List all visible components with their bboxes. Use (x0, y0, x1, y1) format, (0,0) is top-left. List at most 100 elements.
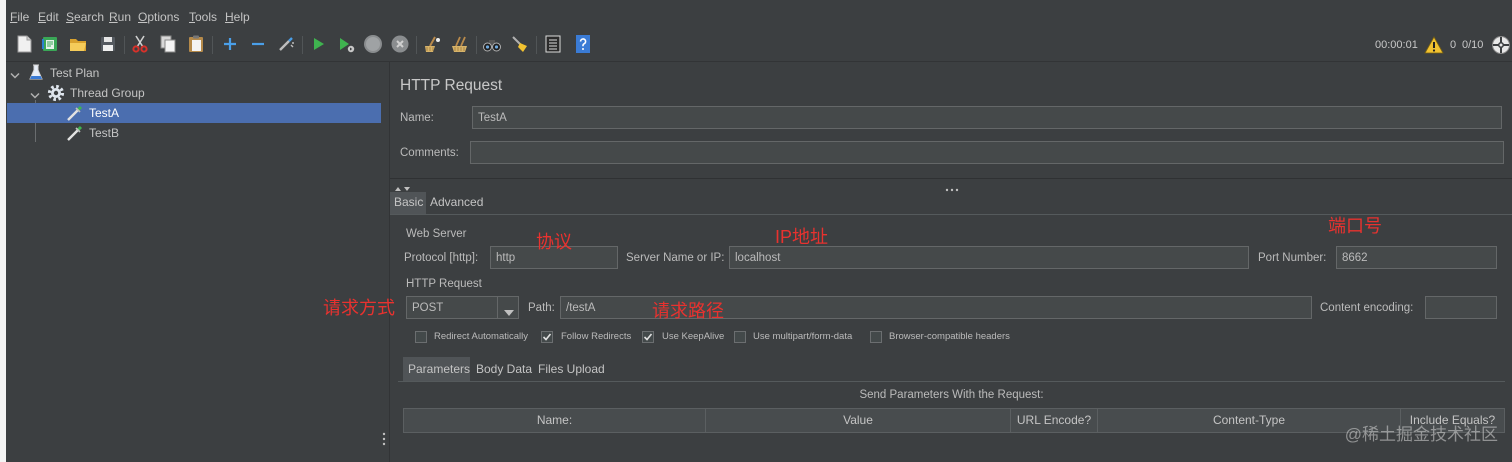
use-keepalive-checkbox[interactable] (642, 331, 654, 343)
checkbox-label: Use multipart/form-data (753, 331, 853, 342)
tree-item-test-plan[interactable]: Test Plan (6, 63, 380, 83)
menu-tools[interactable]: Tools (189, 8, 217, 26)
name-label: Name: (400, 112, 434, 124)
start-no-pauses-icon[interactable] (336, 34, 356, 54)
sampler-icon (66, 104, 84, 125)
use-multipart-checkbox[interactable] (734, 331, 746, 343)
splitter-grip-icon[interactable] (945, 181, 959, 195)
method-value: POST (412, 302, 444, 314)
splitter-grip-icon[interactable] (382, 432, 386, 449)
test-plan-icon (28, 64, 44, 85)
tree-item-label: Test Plan (50, 66, 100, 80)
clear-all-icon[interactable] (450, 34, 470, 54)
function-helper-icon[interactable] (543, 34, 563, 54)
help-icon[interactable] (573, 34, 593, 54)
paste-icon[interactable] (186, 34, 206, 54)
menu-bar: File Edit Search Run Options Tools Help (6, 0, 1512, 28)
redirect-automatically-checkbox[interactable] (415, 331, 427, 343)
check-icon (542, 333, 552, 341)
menu-search[interactable]: Search (66, 8, 104, 26)
copy-icon[interactable] (158, 34, 178, 54)
checkbox-label: Use KeepAlive (662, 331, 725, 342)
column-header-name[interactable]: Name: (404, 409, 706, 432)
comments-label: Comments: (400, 147, 459, 159)
annotation-ip: IP地址 (775, 227, 829, 247)
parameters-caption: Send Parameters With the Request: (859, 389, 1044, 401)
sampler-icon (66, 124, 84, 145)
tree-item-thread-group[interactable]: Thread Group (6, 83, 380, 103)
path-label: Path: (528, 302, 555, 314)
port-field[interactable] (1336, 246, 1497, 269)
tree-item-label: TestA (89, 106, 120, 120)
tab-basic[interactable]: Basic (390, 192, 426, 214)
reset-search-icon[interactable] (510, 34, 530, 54)
cut-icon[interactable] (130, 34, 150, 54)
server-name-field[interactable] (729, 246, 1249, 269)
splitter-divider[interactable] (389, 62, 390, 462)
active-threads: 0/10 (1462, 39, 1484, 51)
tree-item-label: TestB (89, 126, 120, 140)
browser-compatible-headers-checkbox[interactable] (870, 331, 882, 343)
tab-label: Files Upload (538, 362, 605, 376)
toolbar-separator (416, 36, 417, 54)
menu-run[interactable]: Run (109, 8, 131, 26)
column-header-value[interactable]: Value (706, 409, 1011, 432)
tab-divider (398, 381, 1505, 382)
open-icon[interactable] (68, 34, 88, 54)
method-select[interactable]: POST (406, 296, 519, 319)
menu-edit[interactable]: Edit (38, 8, 59, 26)
tree-item-testb[interactable]: TestB (7, 123, 381, 143)
server-name-label: Server Name or IP: (626, 252, 725, 264)
search-icon[interactable] (482, 34, 502, 54)
divider (390, 178, 1512, 179)
toolbar-separator (536, 36, 537, 54)
test-plan-tree: Test Plan Thread Group TestA TestB (6, 62, 381, 462)
tab-files-upload[interactable]: Files Upload (534, 357, 606, 381)
tab-parameters[interactable]: Parameters (403, 357, 470, 381)
elapsed-time: 00:00:01 (1375, 39, 1418, 51)
content-encoding-label: Content encoding: (1320, 302, 1414, 314)
new-icon[interactable] (14, 34, 34, 54)
clear-icon[interactable] (422, 34, 442, 54)
follow-redirects-checkbox[interactable] (541, 331, 553, 343)
menu-options[interactable]: Options (138, 8, 179, 26)
check-icon (643, 333, 653, 341)
tab-label: Basic (394, 195, 424, 209)
save-icon[interactable] (98, 34, 118, 54)
tab-advanced[interactable]: Advanced (426, 192, 486, 214)
annotation-method: 请求方式 (323, 298, 395, 318)
error-count: 0 (1450, 39, 1457, 51)
annotation-port: 端口号 (1328, 216, 1382, 236)
chevron-down-icon[interactable] (30, 89, 40, 103)
templates-icon[interactable] (40, 34, 60, 54)
start-icon[interactable] (308, 34, 328, 54)
checkbox-label: Follow Redirects (561, 331, 632, 342)
page-title: HTTP Request (400, 77, 503, 94)
checkbox-label: Browser-compatible headers (889, 331, 1010, 342)
tab-label: Body Data (476, 362, 533, 376)
stop-icon[interactable] (363, 34, 383, 54)
expand-icon[interactable] (220, 34, 240, 54)
watermark: @稀土掘金技术社区 (1344, 425, 1498, 444)
port-label: Port Number: (1258, 252, 1327, 264)
select-divider (497, 297, 498, 318)
name-field[interactable] (472, 106, 1502, 129)
log-viewer-icon[interactable] (1491, 35, 1511, 55)
toolbar: 00:00:01 0 0/10 (6, 28, 1512, 62)
tab-label: Advanced (430, 195, 484, 209)
warning-icon[interactable] (1424, 35, 1444, 55)
tab-body-data[interactable]: Body Data (472, 357, 534, 381)
comments-field[interactable] (470, 141, 1504, 164)
menu-help[interactable]: Help (225, 8, 250, 26)
collapse-icon[interactable] (248, 34, 268, 54)
shutdown-icon[interactable] (390, 34, 410, 54)
content-encoding-field[interactable] (1425, 296, 1497, 319)
http-request-group-label: HTTP Request (406, 278, 482, 290)
chevron-down-icon[interactable] (10, 69, 20, 83)
column-header-url-encode[interactable]: URL Encode? (1011, 409, 1098, 432)
dropdown-arrow-icon[interactable] (504, 305, 514, 319)
menu-file[interactable]: File (10, 8, 29, 26)
toolbar-separator (476, 36, 477, 54)
toggle-icon[interactable] (276, 34, 296, 54)
tree-item-testa[interactable]: TestA (7, 103, 381, 123)
